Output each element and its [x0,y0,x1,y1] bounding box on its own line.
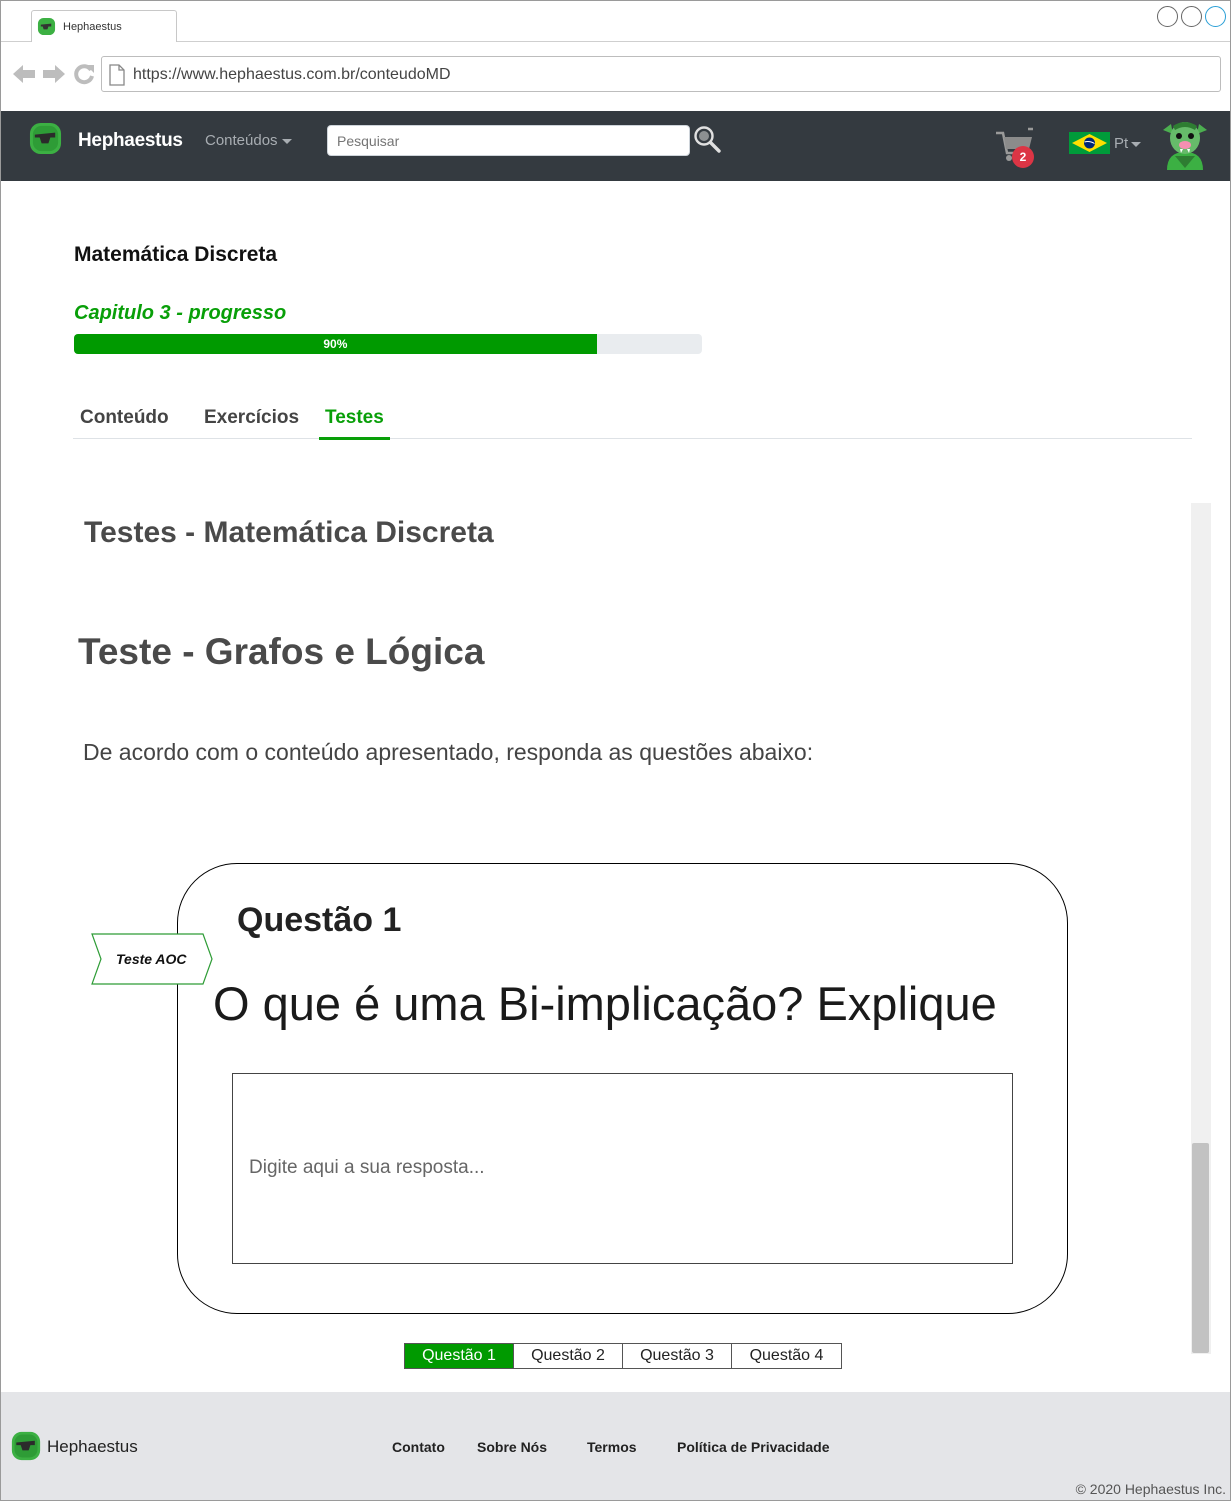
browser-window: Hephaestus https://www.hephaestus.com.br… [0,0,1231,1501]
chevron-down-icon [281,138,292,144]
browser-tab[interactable]: Hephaestus [31,10,177,43]
footer-link-sobre-nos[interactable]: Sobre Nós [477,1439,547,1455]
search-input[interactable] [327,125,690,156]
tab-exercicios[interactable]: Exercícios [198,407,305,439]
scrollbar-thumb[interactable] [1192,1143,1209,1353]
test-tag-label: Teste AOC [116,951,187,967]
footer-brand[interactable]: Hephaestus [47,1437,138,1457]
progress-label: Capitulo 3 - progresso [74,302,287,324]
brazil-flag-icon[interactable] [1069,132,1110,154]
chevron-down-icon [1131,141,1142,147]
logo-icon[interactable] [11,1431,41,1461]
cart-count-badge: 2 [1012,146,1034,168]
browser-tabbar [1,1,1230,42]
scrollbar[interactable] [1191,503,1211,1354]
forward-arrow-icon[interactable] [41,62,67,86]
nav-menu-label: Conteúdos [205,132,278,149]
url-input[interactable]: https://www.hephaestus.com.br/conteudoMD [101,56,1221,92]
question-number: Questão 1 [237,901,402,939]
tab-conteudo[interactable]: Conteúdo [74,407,175,439]
nav-brand[interactable]: Hephaestus [78,130,183,152]
url-text: https://www.hephaestus.com.br/conteudoMD [133,66,451,83]
window-controls [1157,6,1226,27]
search-icon[interactable] [693,125,721,153]
tab-testes[interactable]: Testes [319,407,390,440]
logo-icon [37,17,56,36]
reload-icon[interactable] [72,62,96,86]
browser-tab-title: Hephaestus [63,21,122,33]
footer-link-termos[interactable]: Termos [587,1439,637,1455]
pager-question-4[interactable]: Questão 4 [732,1344,841,1368]
avatar-icon[interactable] [1161,116,1209,170]
course-title: Matemática Discreta [74,243,278,266]
logo-icon[interactable] [29,122,62,155]
content-tabs: Conteúdo Exercícios Testes [73,407,1192,440]
question-pager: Questão 1 Questão 2 Questão 3 Questão 4 [404,1343,842,1369]
copyright-text: © 2020 Hephaestus Inc. [1075,1481,1226,1497]
pager-question-1[interactable]: Questão 1 [405,1344,514,1368]
progress-bar: 90% [74,334,702,354]
nav-menu-conteudos[interactable]: Conteúdos [205,132,292,149]
language-selector[interactable]: Pt [1114,135,1142,152]
answer-textarea[interactable] [232,1073,1013,1264]
footer-link-privacidade[interactable]: Política de Privacidade [677,1439,830,1455]
back-arrow-icon[interactable] [11,62,37,86]
section-title: Testes - Matemática Discreta [84,516,494,549]
instructions-text: De acordo com o conteúdo apresentado, re… [83,739,814,765]
close-button[interactable] [1205,6,1226,27]
pager-question-2[interactable]: Questão 2 [514,1344,623,1368]
pager-question-3[interactable]: Questão 3 [623,1344,732,1368]
page-icon [109,64,125,86]
maximize-button[interactable] [1181,6,1202,27]
language-label: Pt [1114,135,1129,152]
test-title: Teste - Grafos e Lógica [78,631,485,672]
minimize-button[interactable] [1157,6,1178,27]
question-text: O que é uma Bi-implicação? Explique [213,977,997,1030]
footer-link-contato[interactable]: Contato [392,1439,445,1455]
progress-fill: 90% [74,334,597,354]
